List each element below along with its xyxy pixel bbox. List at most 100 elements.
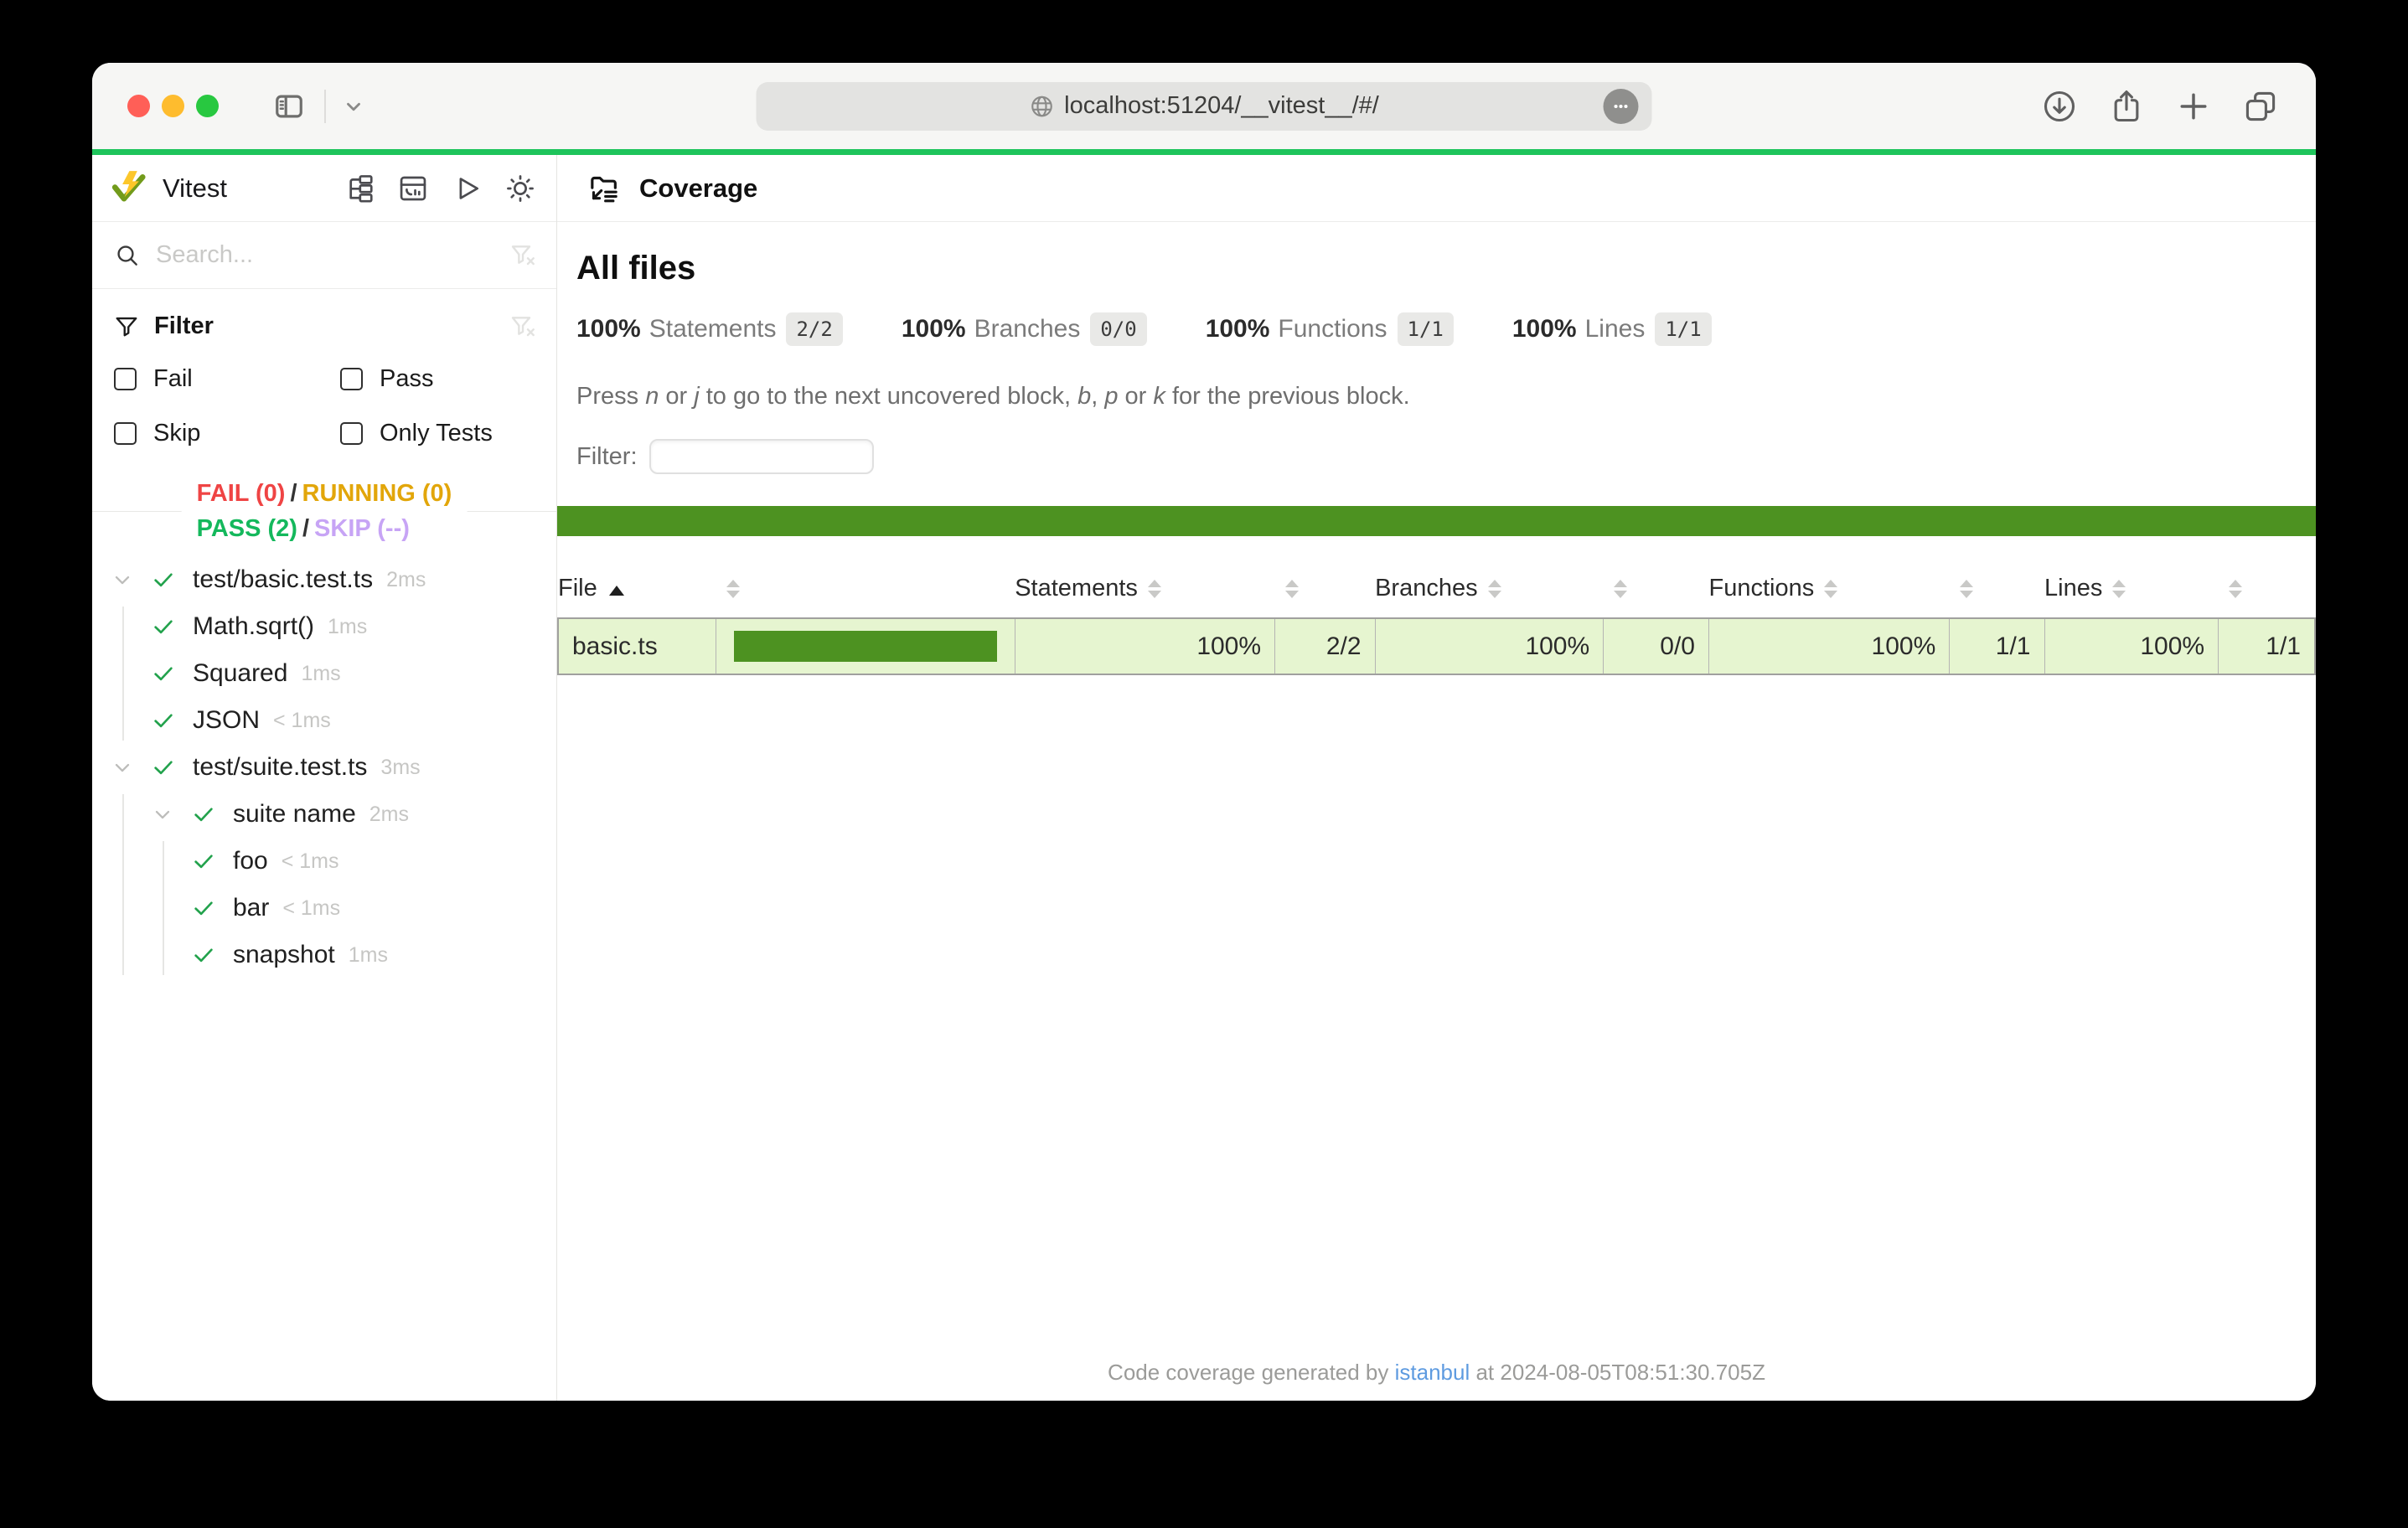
stat-label: Lines xyxy=(1585,315,1646,343)
stat-fraction: 1/1 xyxy=(1655,312,1711,346)
test-duration: 2ms xyxy=(369,803,409,827)
funnel-icon xyxy=(114,314,139,339)
tree-view-icon[interactable] xyxy=(344,173,375,204)
chevron-down-icon[interactable] xyxy=(343,96,364,117)
tab-overview-button[interactable] xyxy=(2242,88,2279,125)
checkbox-box[interactable] xyxy=(340,368,363,390)
stat-fraction: 2/2 xyxy=(786,312,842,346)
column-header-statements[interactable]: Statements xyxy=(1015,566,1274,618)
search-input[interactable] xyxy=(156,241,509,269)
checkbox-box[interactable] xyxy=(114,368,137,390)
dashboard-icon[interactable] xyxy=(397,173,429,204)
test-name: snapshot xyxy=(233,941,335,969)
column-header-chart[interactable] xyxy=(716,566,1015,618)
column-header-lines[interactable]: Lines xyxy=(2044,566,2219,618)
sort-icon xyxy=(1148,580,1161,598)
share-button[interactable] xyxy=(2108,88,2145,125)
test-progress-bar xyxy=(92,149,2316,155)
check-icon xyxy=(191,896,216,921)
skip-count: SKIP (--) xyxy=(314,515,410,542)
chevron-down-icon[interactable] xyxy=(111,568,136,591)
sort-icon xyxy=(2112,580,2126,598)
column-header-branches[interactable]: Branches xyxy=(1375,566,1604,618)
browser-toolbar: localhost:51204/__vitest__/#/ xyxy=(92,63,2316,149)
theme-icon[interactable] xyxy=(504,173,536,204)
checkbox-fail[interactable]: Fail xyxy=(114,365,340,393)
table-row: basic.ts 100% 2/2 100% 0/0 100% 1/1 100%… xyxy=(558,618,2315,674)
coverage-status-bar xyxy=(557,506,2316,536)
istanbul-link[interactable]: istanbul xyxy=(1395,1360,1470,1385)
coverage-footer: Code coverage generated by istanbul at 2… xyxy=(557,1360,2316,1401)
checkbox-pass[interactable]: Pass xyxy=(340,365,536,393)
tree-item-file[interactable]: test/basic.test.ts 2ms xyxy=(92,556,556,603)
run-all-icon[interactable] xyxy=(451,173,483,204)
summary-separator: / xyxy=(297,515,314,542)
zoom-window-button[interactable] xyxy=(196,95,219,117)
browser-window: localhost:51204/__vitest__/#/ xyxy=(92,63,2316,1401)
check-icon xyxy=(151,708,176,733)
coverage-stats: 100% Statements 2/2 100% Branches 0/0 10… xyxy=(576,312,2297,346)
tree-guide xyxy=(122,794,124,975)
lines-raw-cell: 1/1 xyxy=(2219,618,2315,674)
test-name: suite name xyxy=(233,800,356,829)
fail-count: FAIL (0) xyxy=(197,480,286,507)
window-controls xyxy=(127,95,219,117)
tree-guide xyxy=(122,607,124,741)
filter-title: Filter xyxy=(154,312,509,340)
column-header-functions-raw[interactable] xyxy=(1950,566,2044,618)
column-header-lines-raw[interactable] xyxy=(2219,566,2315,618)
coverage-heading: All files xyxy=(576,250,2297,287)
stat-pct: 100% xyxy=(1206,315,1270,343)
chevron-down-icon[interactable] xyxy=(111,756,136,779)
tree-item-file[interactable]: test/suite.test.ts 3ms xyxy=(92,744,556,791)
funnel-clear-icon[interactable] xyxy=(509,242,536,269)
test-duration: 1ms xyxy=(328,615,367,639)
filter-label: Filter: xyxy=(576,443,638,471)
tree-item-test[interactable]: Squared 1ms xyxy=(92,650,556,697)
test-duration: 2ms xyxy=(386,568,426,592)
coverage-table: File Statements Branches Functions Lines xyxy=(557,566,2316,675)
globe-icon xyxy=(1029,94,1054,119)
funnel-clear-icon[interactable] xyxy=(509,313,536,340)
coverage-filter-input[interactable] xyxy=(649,439,874,474)
tree-item-test[interactable]: JSON < 1ms xyxy=(92,697,556,744)
sort-icon xyxy=(1824,580,1837,598)
test-duration: 1ms xyxy=(301,662,340,686)
checkbox-box[interactable] xyxy=(114,422,137,445)
minimize-window-button[interactable] xyxy=(162,95,184,117)
checkbox-only-tests[interactable]: Only Tests xyxy=(340,420,536,447)
downloads-button[interactable] xyxy=(2041,88,2078,125)
test-summary: FAIL (0)/RUNNING (0) PASS (2)/SKIP (--) xyxy=(92,472,556,550)
summary-separator: / xyxy=(285,480,302,507)
test-name: Math.sqrt() xyxy=(193,612,314,641)
sidebar: Vitest xyxy=(92,155,557,1401)
vitest-logo xyxy=(109,169,147,208)
column-header-file[interactable]: File xyxy=(558,566,716,618)
stat-label: Functions xyxy=(1278,315,1387,343)
sort-icon xyxy=(1488,580,1501,598)
chevron-down-icon[interactable] xyxy=(151,803,176,826)
page-title: Coverage xyxy=(639,173,757,204)
file-link[interactable]: basic.ts xyxy=(558,618,716,674)
check-icon xyxy=(151,755,176,780)
page-settings-button[interactable] xyxy=(1604,89,1639,124)
sidebar-toggle-icon[interactable] xyxy=(271,90,307,122)
new-tab-button[interactable] xyxy=(2175,88,2212,125)
checkbox-skip[interactable]: Skip xyxy=(114,420,340,447)
checkbox-box[interactable] xyxy=(340,422,363,445)
url-text: localhost:51204/__vitest__/#/ xyxy=(1064,92,1379,120)
pass-count: PASS (2) xyxy=(197,515,297,542)
tree-item-suite[interactable]: suite name 2ms xyxy=(92,791,556,838)
test-name: test/basic.test.ts xyxy=(193,565,373,594)
test-tree: test/basic.test.ts 2ms Math.sqrt() 1ms S… xyxy=(92,550,556,1401)
check-icon xyxy=(151,661,176,686)
column-header-statements-raw[interactable] xyxy=(1275,566,1376,618)
column-header-branches-raw[interactable] xyxy=(1604,566,1709,618)
close-window-button[interactable] xyxy=(127,95,150,117)
check-icon xyxy=(191,849,216,874)
address-bar[interactable]: localhost:51204/__vitest__/#/ xyxy=(757,82,1652,131)
column-header-functions[interactable]: Functions xyxy=(1708,566,1949,618)
checkbox-label: Skip xyxy=(153,420,200,447)
tree-item-test[interactable]: Math.sqrt() 1ms xyxy=(92,603,556,650)
check-icon xyxy=(151,567,176,592)
